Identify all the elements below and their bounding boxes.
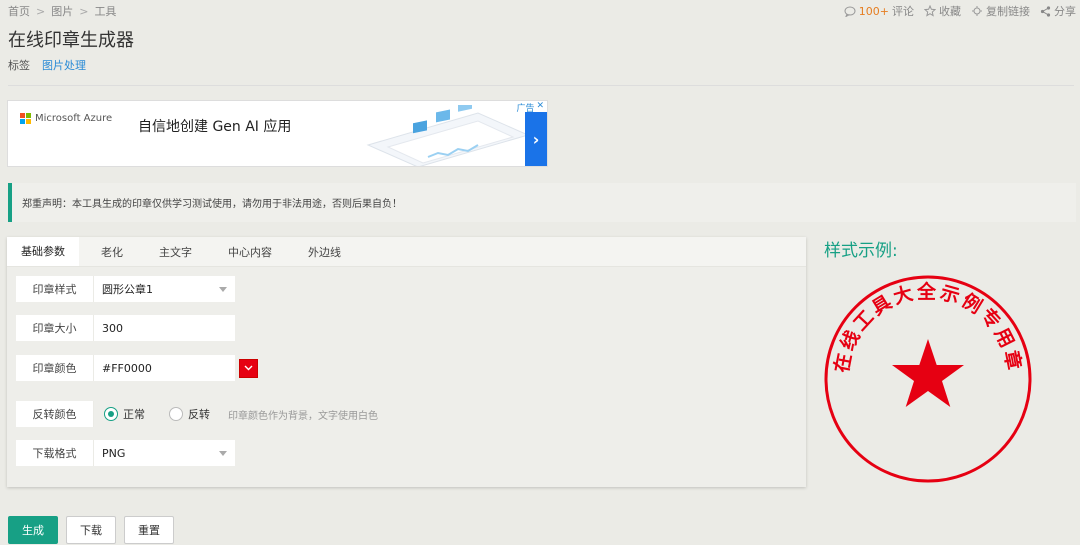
breadcrumb-separator: > (79, 5, 89, 18)
breadcrumb-home[interactable]: 首页 (8, 5, 30, 18)
page-title: 在线印章生成器 (8, 30, 134, 51)
radio-checked-icon (104, 407, 118, 421)
color-picker-button[interactable] (239, 358, 258, 378)
settings-panel: 基础参数 老化 主文字 中心内容 外边线 印章样式 圆形公章1 印章大小 300… (7, 237, 806, 487)
comment-count: 100+ (858, 4, 889, 18)
chevron-right-icon[interactable]: › (525, 112, 547, 166)
share-icon (1040, 5, 1051, 17)
breadcrumb-separator: > (36, 5, 46, 18)
tab-bar: 基础参数 老化 主文字 中心内容 外边线 (7, 237, 806, 267)
tab-center-content[interactable]: 中心内容 (214, 237, 286, 266)
comment-label: 评论 (892, 5, 914, 18)
comment-button[interactable]: 100+ 评论 (844, 3, 914, 19)
format-row: 下载格式 PNG (16, 440, 235, 466)
disclaimer-notice: 郑重声明：本工具生成的印章仅供学习测试使用，请勿用于非法用途，否则后果自负！ (8, 183, 1076, 222)
reset-button[interactable]: 重置 (124, 516, 174, 544)
generate-button[interactable]: 生成 (8, 516, 58, 544)
star-icon (924, 5, 936, 17)
ad-dashboard-image (366, 105, 530, 166)
share-button[interactable]: 分享 (1040, 3, 1076, 19)
ad-banner[interactable]: Microsoft Azure 自信地创建 Gen AI 应用 广告 ✕ › (7, 100, 548, 167)
style-row: 印章样式 圆形公章1 (16, 276, 235, 302)
invert-normal-label: 正常 (123, 408, 145, 421)
seal-star-icon (892, 339, 964, 407)
dropdown-arrow-icon (219, 451, 227, 456)
action-buttons: 生成 下载 重置 (8, 516, 174, 544)
format-label: 下载格式 (16, 440, 94, 466)
format-select-value: PNG (102, 446, 126, 460)
style-select-value: 圆形公章1 (102, 283, 153, 296)
format-select[interactable]: PNG (94, 440, 235, 466)
invert-row: 反转颜色 正常 反转 印章颜色作为背景，文字使用白色 (16, 401, 378, 427)
tab-main-text[interactable]: 主文字 (145, 237, 206, 266)
tag-link-image-processing[interactable]: 图片处理 (42, 57, 86, 73)
invert-normal-option[interactable]: 正常 (104, 406, 145, 422)
ad-brand: Microsoft Azure (20, 113, 112, 124)
comment-icon (844, 6, 856, 17)
preview-title: 样式示例: (824, 241, 898, 261)
copy-link-button[interactable]: 复制链接 (971, 3, 1030, 19)
invert-reverse-label: 反转 (188, 408, 210, 421)
download-button[interactable]: 下载 (66, 516, 116, 544)
size-input[interactable]: 300 (94, 315, 235, 341)
tag-label: 标签 (8, 59, 30, 72)
style-select[interactable]: 圆形公章1 (94, 276, 235, 302)
link-icon (972, 6, 982, 16)
style-label: 印章样式 (16, 276, 94, 302)
breadcrumb-tools: 工具 (94, 5, 117, 18)
color-label: 印章颜色 (16, 355, 94, 381)
color-input[interactable]: #FF0000 (94, 355, 235, 381)
dropdown-arrow-icon (219, 287, 227, 292)
tab-aging[interactable]: 老化 (87, 237, 137, 266)
copy-link-label: 复制链接 (986, 5, 1030, 18)
favorite-button[interactable]: 收藏 (924, 3, 961, 19)
color-row: 印章颜色 #FF0000 (16, 355, 258, 381)
invert-label: 反转颜色 (16, 401, 94, 427)
invert-hint: 印章颜色作为背景，文字使用白色 (228, 410, 378, 422)
seal-preview: 在线工具大全示例专用章 (824, 275, 1032, 483)
microsoft-logo-icon (20, 113, 31, 124)
breadcrumb: 首页 > 图片 > 工具 (8, 3, 116, 19)
divider (8, 85, 1074, 86)
share-label: 分享 (1054, 5, 1076, 18)
tab-outer-border[interactable]: 外边线 (294, 237, 355, 266)
invert-reverse-option[interactable]: 反转 (169, 406, 210, 422)
radio-unchecked-icon (169, 407, 183, 421)
breadcrumb-images[interactable]: 图片 (51, 5, 73, 18)
favorite-label: 收藏 (939, 5, 961, 18)
chevron-down-icon (244, 365, 253, 371)
ad-headline: 自信地创建 Gen AI 应用 (138, 119, 292, 135)
size-label: 印章大小 (16, 315, 94, 341)
size-row: 印章大小 300 (16, 315, 235, 341)
tab-basic-params[interactable]: 基础参数 (7, 237, 79, 266)
ad-brand-name: Microsoft Azure (35, 113, 113, 124)
tag-row: 标签 图片处理 (8, 57, 86, 73)
top-actions: 100+ 评论 收藏 复制链接 分享 (844, 3, 1076, 19)
